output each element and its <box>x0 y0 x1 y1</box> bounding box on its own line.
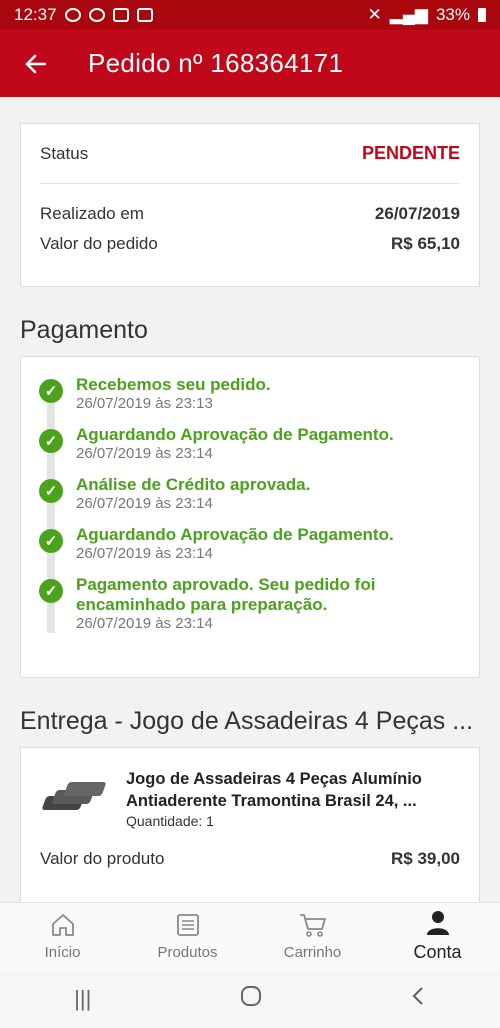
back-nav-button[interactable] <box>410 985 426 1013</box>
delivery-card: Jogo de Assadeiras 4 Peças Alumínio Anti… <box>20 747 480 902</box>
date-label: Realizado em <box>40 204 144 223</box>
user-icon <box>426 910 450 936</box>
chevron-left-icon <box>412 987 423 1005</box>
nav-produtos[interactable]: Produtos <box>125 903 250 970</box>
battery-icon <box>478 8 486 22</box>
system-nav: ||| <box>0 970 500 1028</box>
step-date: 26/07/2019 às 23:14 <box>76 545 213 562</box>
content: Status PENDENTE Realizado em 26/07/2019 … <box>0 97 500 902</box>
step-date: 26/07/2019 às 23:14 <box>76 445 213 462</box>
date-value: 26/07/2019 <box>374 204 460 223</box>
total-label: Valor do pedido <box>40 234 158 253</box>
check-icon: ✓ <box>39 579 63 603</box>
nav-label: Conta <box>413 942 462 962</box>
product-value-label: Valor do produto <box>40 849 165 868</box>
notification-icon <box>88 8 105 22</box>
check-icon: ✓ <box>39 429 63 453</box>
timeline-step: ✓ Aguardando Aprovação de Pagamento. 26/… <box>39 525 479 563</box>
step-label: Aguardando Aprovação de Pagamento. <box>76 525 394 544</box>
product-value-row: Valor do produto R$ 39,00 <box>40 849 460 869</box>
payment-section-title: Pagamento <box>20 316 148 344</box>
product-value: R$ 39,00 <box>391 849 460 868</box>
whatsapp-icon <box>64 8 81 22</box>
recents-button[interactable]: ||| <box>74 986 91 1012</box>
step-label: Aguardando Aprovação de Pagamento. <box>76 425 394 444</box>
message-icon <box>112 8 129 22</box>
order-summary-card: Status PENDENTE Realizado em 26/07/2019 … <box>20 123 480 287</box>
step-label: Recebemos seu pedido. <box>76 375 271 394</box>
nav-inicio[interactable]: Início <box>0 903 125 970</box>
product-name-line1: Jogo de Assadeiras 4 Peças Alumínio <box>126 770 422 788</box>
step-label: Pagamento aprovado. Seu pedido foi encam… <box>76 575 376 614</box>
timeline-step: ✓ Recebemos seu pedido. 26/07/2019 às 23… <box>39 375 479 413</box>
home-circle-icon <box>240 986 261 1006</box>
nav-conta[interactable]: Conta <box>375 903 500 970</box>
cart-icon <box>299 912 327 938</box>
home-button[interactable] <box>240 985 262 1013</box>
timeline-step: ✓ Aguardando Aprovação de Pagamento. 26/… <box>39 425 479 463</box>
signal-icon: ▂▄▆ <box>389 5 428 24</box>
status-bar: 12:37 ✕ ▂▄▆ 33% <box>0 0 500 30</box>
payment-timeline-card: ✓ Recebemos seu pedido. 26/07/2019 às 23… <box>20 356 480 678</box>
step-date: 26/07/2019 às 23:14 <box>76 495 213 512</box>
status-label: Status <box>40 143 89 163</box>
total-value: R$ 65,10 <box>391 234 460 253</box>
check-icon: ✓ <box>39 479 63 503</box>
step-date: 26/07/2019 às 23:13 <box>76 395 213 412</box>
nav-label: Início <box>44 944 81 961</box>
timeline-step: ✓ Pagamento aprovado. Seu pedido foi enc… <box>39 575 479 633</box>
mute-icon: ✕ <box>367 5 382 24</box>
total-row: Valor do pedido R$ 65,10 <box>40 230 460 258</box>
status-row: Status PENDENTE <box>40 124 460 184</box>
list-icon <box>176 912 200 938</box>
product-image <box>40 774 107 824</box>
check-icon: ✓ <box>39 379 63 403</box>
nav-carrinho[interactable]: Carrinho <box>250 903 375 970</box>
check-icon: ✓ <box>39 529 63 553</box>
status-badge: PENDENTE <box>361 143 460 163</box>
step-date: 26/07/2019 às 23:14 <box>76 615 213 632</box>
app-bar: Pedido nº 168364171 <box>0 30 500 97</box>
arrow-left-icon <box>25 54 46 73</box>
product-quantity: Quantidade: 1 <box>126 813 214 829</box>
gallery-icon <box>136 8 153 22</box>
timeline-step: ✓ Análise de Crédito aprovada. 26/07/201… <box>39 475 479 513</box>
product-item[interactable]: Jogo de Assadeiras 4 Peças Alumínio Anti… <box>40 768 460 829</box>
nav-label: Carrinho <box>283 944 342 961</box>
nav-label: Produtos <box>157 944 218 961</box>
back-button[interactable] <box>0 30 70 97</box>
delivery-section-title: Entrega - Jogo de Assadeiras 4 Peças ... <box>20 707 474 735</box>
step-label: Análise de Crédito aprovada. <box>76 475 311 494</box>
page-title: Pedido nº 168364171 <box>88 48 344 78</box>
product-name-line2: Antiaderente Tramontina Brasil 24, ... <box>126 792 417 810</box>
battery-level: 33% <box>435 5 470 24</box>
clock: 12:37 <box>14 5 57 24</box>
home-icon <box>50 912 76 938</box>
bottom-nav: Início Produtos Carrinho Conta <box>0 902 500 970</box>
